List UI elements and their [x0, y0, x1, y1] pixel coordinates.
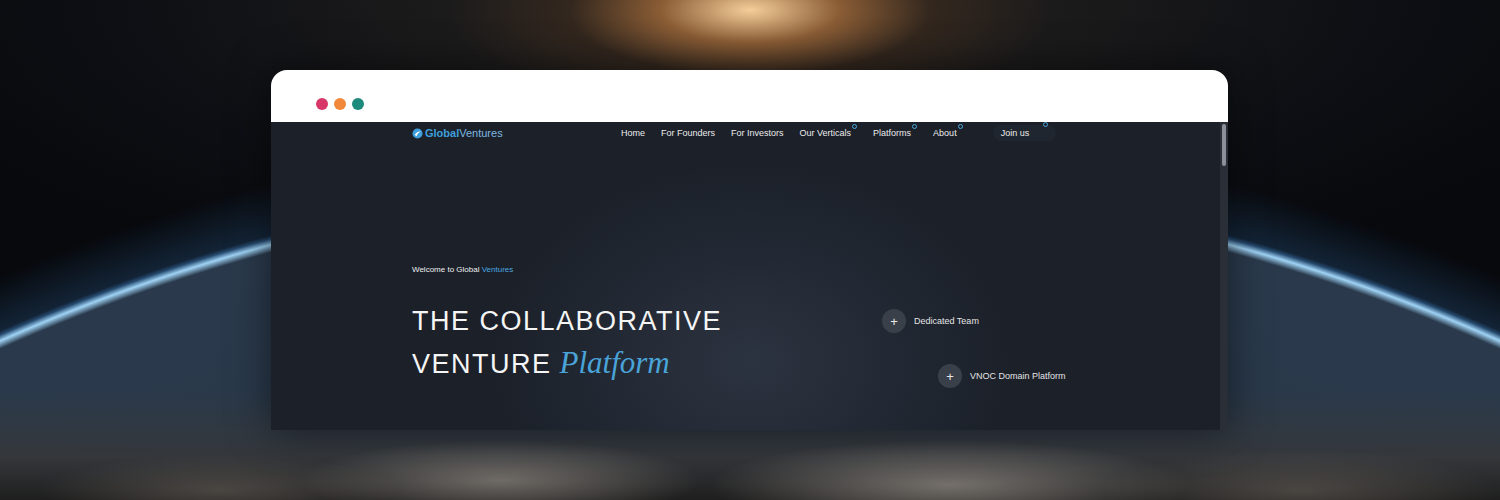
website: GlobalVenturesHomeFor FoundersFor Invest…: [271, 122, 1220, 430]
feature-item[interactable]: +VNOC Domain Platform: [938, 364, 1066, 388]
plus-icon[interactable]: +: [938, 364, 962, 388]
nav-item[interactable]: About: [933, 128, 963, 138]
feature-list: +Dedicated Team +VNOC Domain Platform: [882, 309, 1066, 388]
plus-icon[interactable]: +: [882, 309, 906, 333]
nav-item[interactable]: Our Verticals: [800, 128, 858, 138]
dropdown-dot-icon: [852, 124, 857, 129]
nav-item[interactable]: Home: [621, 128, 645, 138]
dropdown-dot-icon: [1043, 122, 1048, 127]
dropdown-dot-icon: [912, 124, 917, 129]
scrollbar[interactable]: [1220, 122, 1228, 430]
browser-titlebar: [271, 70, 1228, 122]
window-dot[interactable]: [334, 98, 346, 110]
navbar: GlobalVenturesHomeFor FoundersFor Invest…: [412, 123, 1220, 143]
hero-title: THE COLLABORATIVEVENTUREPlatform: [412, 300, 882, 385]
nav-menu: Home For Founders For Investors Our Vertica…: [621, 125, 1056, 141]
title-accent: Platform: [560, 345, 670, 380]
nav-item[interactable]: Join us: [993, 125, 1057, 141]
eyebrow: Welcome to Global Ventures: [412, 265, 882, 274]
logo[interactable]: GlobalVentures: [412, 127, 621, 139]
title-line: THE COLLABORATIVE: [412, 300, 882, 342]
browser-window: GlobalVenturesHomeFor FoundersFor Invest…: [271, 70, 1228, 430]
feature-item[interactable]: +Dedicated Team: [882, 309, 1066, 333]
nav-item[interactable]: For Investors: [731, 128, 784, 138]
hero-text: Welcome to Global Ventures THE COLLABORAT…: [412, 265, 882, 388]
logo-primary: Global: [425, 127, 459, 139]
banner: GlobalVenturesHomeFor FoundersFor Invest…: [0, 0, 1500, 500]
logo-secondary: Ventures: [459, 127, 502, 139]
nav-item[interactable]: For Founders: [661, 128, 715, 138]
window-dot[interactable]: [316, 98, 328, 110]
dropdown-dot-icon: [958, 124, 963, 129]
hero: Welcome to Global Ventures THE COLLABORAT…: [412, 265, 1220, 388]
globe-icon: [412, 128, 423, 139]
website-viewport: GlobalVenturesHomeFor FoundersFor Invest…: [271, 122, 1228, 430]
scrollbar-thumb[interactable]: [1222, 124, 1226, 166]
title-line: VENTUREPlatform: [412, 342, 882, 385]
window-dot[interactable]: [352, 98, 364, 110]
nav-item[interactable]: Platforms: [873, 128, 917, 138]
